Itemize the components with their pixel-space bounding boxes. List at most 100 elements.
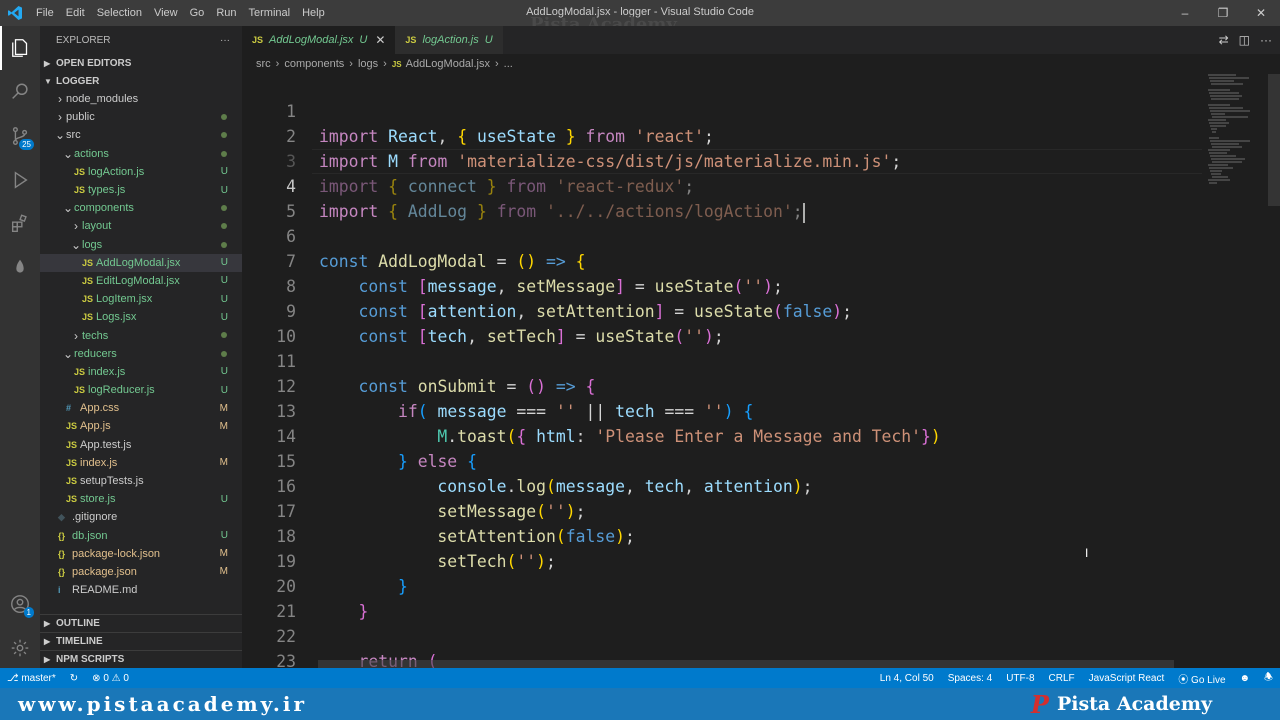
- go-live-button[interactable]: ⦿ Go Live: [1171, 671, 1232, 686]
- menu-item-go[interactable]: Go: [184, 0, 211, 26]
- tree-file[interactable]: JS logAction.js U: [40, 163, 242, 181]
- indentation[interactable]: Spaces: 4: [941, 673, 999, 684]
- tree-file[interactable]: JS types.js U: [40, 181, 242, 199]
- vertical-scrollbar[interactable]: [1268, 74, 1280, 206]
- explorer-icon[interactable]: [0, 26, 40, 70]
- notifications-icon[interactable]: 🕭: [1257, 670, 1280, 687]
- tree-folder[interactable]: › public: [40, 108, 242, 126]
- sync-icon[interactable]: ↻: [63, 673, 85, 684]
- tab-addlogmodal[interactable]: JS AddLogModal.jsx U ✕: [242, 26, 396, 54]
- section-outline[interactable]: ▶ OUTLINE: [40, 614, 242, 632]
- close-window-icon[interactable]: ✕: [1242, 0, 1280, 26]
- minimap[interactable]: [1204, 74, 1264, 668]
- tree-folder[interactable]: ⌄ components: [40, 199, 242, 217]
- menu-item-run[interactable]: Run: [210, 0, 242, 26]
- tree-folder[interactable]: › layout: [40, 217, 242, 235]
- problems-indicator[interactable]: ⊗ 0 ⚠ 0: [85, 673, 136, 684]
- tree-folder[interactable]: ⌄ reducers: [40, 345, 242, 363]
- tree-file[interactable]: {} package.json M: [40, 563, 242, 581]
- section-timeline[interactable]: ▶ TIMELINE: [40, 632, 242, 650]
- explorer-header: EXPLORER ···: [40, 26, 242, 54]
- tree-file[interactable]: JS LogItem.jsx U: [40, 290, 242, 308]
- tree-file[interactable]: JS index.js U: [40, 363, 242, 381]
- tab-label: logAction.js: [422, 34, 479, 46]
- menu-item-edit[interactable]: Edit: [60, 0, 91, 26]
- tree-file[interactable]: ◆ .gitignore: [40, 508, 242, 526]
- tree-file[interactable]: JS store.js U: [40, 490, 242, 508]
- compare-changes-icon[interactable]: ⇄: [1219, 33, 1229, 47]
- code-line: 8 const [attention, setAttention] = useS…: [242, 249, 1202, 321]
- tree-folder[interactable]: ⌄ actions: [40, 145, 242, 163]
- tree-file[interactable]: i README.md: [40, 581, 242, 599]
- section-npm-scripts[interactable]: ▶ NPM SCRIPTS: [40, 650, 242, 668]
- close-tab-icon[interactable]: ✕: [375, 33, 385, 47]
- tree-file[interactable]: JS setupTests.js: [40, 472, 242, 490]
- tree-file[interactable]: JS AddLogModal.jsx U: [40, 253, 242, 272]
- minimap-line: [1209, 137, 1219, 139]
- menu-item-selection[interactable]: Selection: [91, 0, 148, 26]
- minimap-line: [1209, 182, 1217, 184]
- tree-file[interactable]: JS App.js M: [40, 417, 242, 435]
- search-icon[interactable]: [0, 70, 40, 114]
- more-editor-actions-icon[interactable]: ···: [1260, 33, 1272, 47]
- code-editor[interactable]: 1 import React, { useState } from 'react…: [242, 74, 1280, 668]
- code-line: 12 if( message === '' || tech === '') {: [242, 349, 1202, 421]
- workspace-root[interactable]: ▼ LOGGER: [40, 72, 242, 90]
- editor-actions: ⇄ ◫ ···: [1219, 26, 1272, 54]
- tree-file[interactable]: {} db.json U: [40, 527, 242, 545]
- tree-file[interactable]: JS logReducer.js U: [40, 381, 242, 399]
- remote-icon[interactable]: [0, 246, 40, 290]
- tree-file[interactable]: {} package-lock.json M: [40, 545, 242, 563]
- tab-logaction[interactable]: JS logAction.js U: [395, 26, 503, 54]
- minimize-icon[interactable]: –: [1166, 0, 1204, 26]
- tree-item-label: package.json: [72, 565, 137, 578]
- chevron-down-icon: ⌄: [70, 237, 82, 252]
- line-ending[interactable]: CRLF: [1042, 673, 1082, 684]
- git-status: U: [220, 257, 228, 269]
- tree-file[interactable]: # App.css M: [40, 399, 242, 417]
- scm-badge: 25: [19, 139, 34, 150]
- tree-file[interactable]: JS EditLogModal.jsx U: [40, 272, 242, 290]
- tree-folder[interactable]: › techs: [40, 326, 242, 344]
- minimap-line: [1210, 110, 1250, 112]
- json-file-icon: {}: [58, 566, 66, 577]
- branch-indicator[interactable]: ⎇ master*: [0, 673, 63, 684]
- git-status: M: [219, 402, 228, 414]
- run-debug-icon[interactable]: [0, 158, 40, 202]
- breadcrumb-item[interactable]: src: [256, 58, 271, 70]
- language-mode[interactable]: JavaScript React: [1082, 673, 1172, 684]
- cursor-position[interactable]: Ln 4, Col 50: [873, 673, 941, 684]
- vscode-logo-icon: [0, 0, 30, 26]
- breadcrumb-item[interactable]: logs: [358, 58, 378, 70]
- more-actions-icon[interactable]: ···: [220, 35, 230, 46]
- tree-folder[interactable]: ⌄ src: [40, 126, 242, 144]
- extensions-icon[interactable]: [0, 202, 40, 246]
- split-editor-icon[interactable]: ◫: [1239, 33, 1250, 47]
- mouse-cursor-icon: I: [1085, 546, 1089, 560]
- source-control-icon[interactable]: 25: [0, 114, 40, 158]
- menu-item-view[interactable]: View: [148, 0, 184, 26]
- minimap-line: [1211, 173, 1221, 175]
- horizontal-scrollbar[interactable]: [318, 660, 1174, 668]
- tree-file[interactable]: JS index.js M: [40, 454, 242, 472]
- settings-icon[interactable]: [0, 626, 40, 670]
- tree-folder[interactable]: › node_modules: [40, 90, 242, 108]
- minimap-line: [1212, 161, 1242, 163]
- account-icon[interactable]: 1: [0, 582, 40, 626]
- feedback-icon[interactable]: ☻: [1233, 673, 1258, 684]
- menu-item-file[interactable]: File: [30, 0, 60, 26]
- menu-item-help[interactable]: Help: [296, 0, 331, 26]
- tree-folder[interactable]: ⌄ logs: [40, 236, 242, 254]
- breadcrumb-item[interactable]: AddLogModal.jsx: [406, 58, 490, 70]
- minimap-line: [1211, 113, 1225, 115]
- breadcrumb-item[interactable]: components: [284, 58, 344, 70]
- encoding[interactable]: UTF-8: [999, 673, 1041, 684]
- git-status-dot: [221, 114, 227, 121]
- restore-icon[interactable]: ❐: [1204, 0, 1242, 26]
- tree-file[interactable]: JS Logs.jsx U: [40, 308, 242, 326]
- tree-file[interactable]: JS App.test.js: [40, 436, 242, 454]
- test-file-icon: JS: [66, 439, 78, 450]
- menu-item-terminal[interactable]: Terminal: [243, 0, 297, 26]
- open-editors-section[interactable]: ▶ OPEN EDITORS: [40, 54, 242, 72]
- breadcrumb-item[interactable]: ...: [504, 58, 513, 70]
